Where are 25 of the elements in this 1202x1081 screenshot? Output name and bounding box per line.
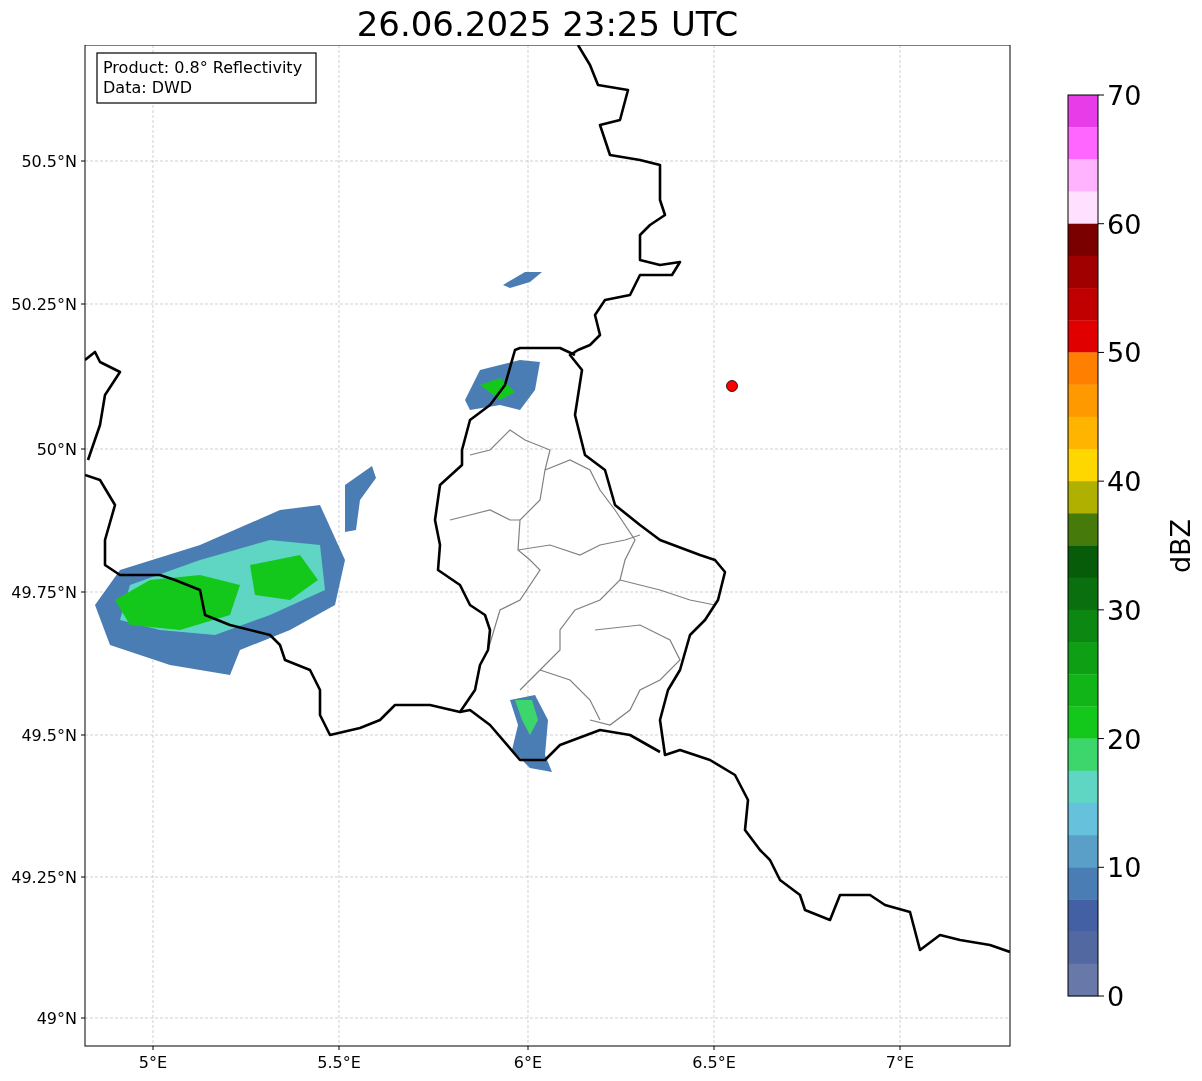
- latitude-label: 49.75°N: [11, 583, 77, 602]
- latitude-label: 49°N: [36, 1009, 77, 1028]
- latitude-label: 50.5°N: [21, 152, 77, 171]
- longitude-label: 6°E: [513, 1053, 543, 1072]
- radar-site-marker: [726, 380, 738, 392]
- latitude-label: 49.25°N: [11, 868, 77, 887]
- latitude-label: 49.5°N: [21, 726, 77, 745]
- colorbar-tick-label: 50: [1107, 337, 1142, 369]
- longitude-label: 5°E: [138, 1053, 168, 1072]
- colorbar-tick-label: 40: [1107, 466, 1142, 498]
- colorbar-tick-label: 60: [1107, 208, 1142, 240]
- colorbar-tick-label: 10: [1107, 852, 1142, 884]
- longitude-label: 6.5°E: [692, 1053, 736, 1072]
- map-title: 26.06.2025 23:25 UTC: [355, 3, 740, 45]
- colorbar-tick-label: 20: [1107, 723, 1142, 755]
- colorbar-tick-label: 0: [1107, 981, 1125, 1012]
- latitude-label: 50°N: [36, 440, 77, 459]
- longitude-label: 5.5°E: [317, 1053, 361, 1072]
- latitude-label: 50.25°N: [11, 295, 77, 314]
- colorbar-tick-label: 70: [1107, 80, 1142, 111]
- legend-text: Data: DWD: [103, 78, 193, 97]
- colorbar-label: dBZ: [1165, 518, 1196, 574]
- colorbar-tick-label: 30: [1107, 594, 1142, 626]
- longitude-label: 7°E: [885, 1053, 915, 1072]
- legend-text: Product: 0.8° Reflectivity: [103, 58, 303, 77]
